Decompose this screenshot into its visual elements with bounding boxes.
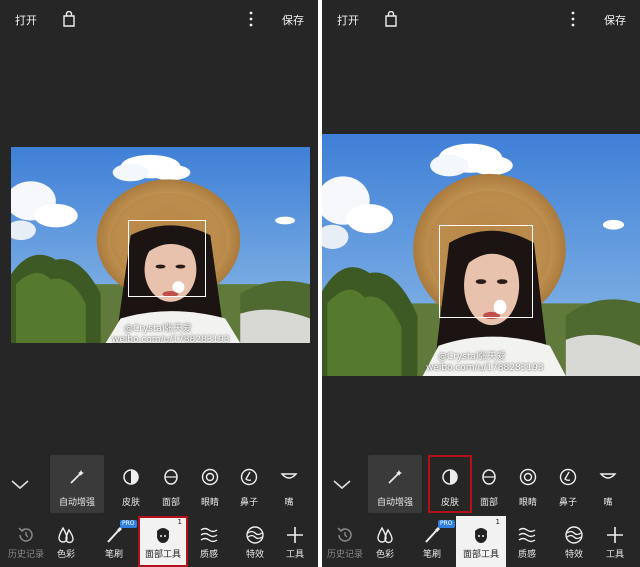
watermark-line2: weibo.com/u/1788283193	[426, 363, 544, 373]
color-drop-icon	[377, 526, 393, 544]
face-tools-button[interactable]: 1 面部工具	[138, 516, 188, 567]
skin-icon	[123, 469, 139, 485]
bag-icon[interactable]	[384, 11, 398, 27]
watermark: @Crystal张天爱 weibo.com/u/1788283193	[112, 324, 230, 346]
pro-badge: PRO	[120, 520, 137, 528]
texture-icon	[518, 527, 536, 543]
effects-icon	[246, 526, 264, 544]
face-tools-icon	[157, 528, 169, 543]
face-tools-label: 面部工具	[144, 550, 181, 560]
mouth-icon	[280, 473, 298, 479]
more-vert-icon[interactable]	[246, 10, 256, 28]
watermark-line2: weibo.com/u/1788283193	[112, 335, 230, 345]
color-drop-icon	[58, 526, 74, 544]
watermark-line1: @Crystal张天爱	[438, 352, 506, 362]
editor-screen-left: 打开 保存 @Crystal张天爱 weibo.com/u/1788283193…	[0, 0, 318, 567]
mouth-icon	[599, 473, 617, 479]
face-tools-label: 面部工具	[462, 550, 499, 560]
face-subtool-row: 自动增强 皮肤 面部 眼睛 鼻子 嘴	[0, 455, 318, 513]
plus-icon	[607, 527, 623, 543]
mouth-button[interactable]: 嘴	[265, 455, 313, 513]
texture-icon	[200, 527, 218, 543]
more-vert-icon[interactable]	[568, 10, 578, 28]
mouth-label: 嘴	[284, 498, 294, 508]
chevron-down-icon[interactable]	[11, 480, 29, 490]
texture-button[interactable]: 质感	[184, 516, 234, 567]
watermark: @Crystal张天爱 weibo.com/u/1788283193	[426, 352, 544, 374]
texture-button[interactable]: 质感	[502, 516, 552, 567]
color-button[interactable]: 色彩	[360, 516, 410, 567]
brush-icon	[107, 526, 123, 543]
bottom-toolbar: 历史记录 色彩 PRO 笔刷 1 面部工具 质感 特效 工具	[322, 516, 640, 567]
color-label: 色彩	[56, 550, 75, 560]
editor-screen-right: 打开 保存 @Crystal张天爱 weibo.com/u/1788283193…	[322, 0, 640, 567]
pro-badge: PRO	[438, 520, 455, 528]
auto-enhance-button[interactable]: 自动增强	[50, 455, 104, 513]
chevron-down-icon[interactable]	[333, 480, 351, 490]
mouth-label: 嘴	[603, 498, 613, 508]
magic-wand-icon	[70, 470, 84, 484]
texture-label: 质感	[517, 550, 536, 560]
face-selection-box[interactable]	[439, 225, 533, 318]
save-button[interactable]: 保存	[604, 12, 626, 28]
history-icon	[337, 527, 352, 542]
auto-enhance-label: 自动增强	[58, 498, 95, 508]
watermark-line1: @Crystal张天爱	[124, 324, 192, 334]
magic-wand-icon	[388, 470, 402, 484]
effects-icon	[565, 526, 583, 544]
face-tools-badge: 1	[177, 518, 182, 526]
face-tools-button[interactable]: 1 面部工具	[456, 516, 506, 567]
open-button[interactable]: 打开	[337, 12, 359, 28]
eye-icon	[201, 468, 219, 486]
skin-icon	[442, 469, 458, 485]
face-selection-box[interactable]	[128, 220, 206, 297]
face-tools-icon	[475, 528, 487, 543]
plus-icon	[287, 527, 303, 543]
top-bar: 打开 保存	[0, 0, 318, 40]
bottom-toolbar: 历史记录 色彩 PRO 笔刷 1 面部工具 质感 特效 工具	[0, 516, 318, 567]
tools-label: 工具	[285, 550, 304, 560]
tools-button[interactable]: 工具	[270, 516, 318, 567]
auto-enhance-label: 自动增强	[376, 498, 413, 508]
brush-icon	[425, 526, 441, 543]
save-button[interactable]: 保存	[282, 12, 304, 28]
brush-button[interactable]: PRO 笔刷	[407, 516, 457, 567]
bag-icon[interactable]	[62, 11, 76, 27]
nose-icon	[240, 468, 258, 486]
face-tools-badge: 1	[495, 518, 500, 526]
mouth-button[interactable]: 嘴	[584, 455, 632, 513]
face-icon	[164, 469, 178, 485]
auto-enhance-button[interactable]: 自动增强	[368, 455, 422, 513]
brush-label: 笔刷	[104, 550, 123, 560]
top-bar: 打开 保存	[322, 0, 640, 40]
color-label: 色彩	[375, 550, 394, 560]
tools-label: 工具	[605, 550, 624, 560]
history-icon	[18, 527, 33, 542]
color-button[interactable]: 色彩	[41, 516, 91, 567]
face-icon	[482, 469, 496, 485]
face-subtool-row: 自动增强 皮肤 面部 眼睛 鼻子 嘴	[322, 455, 640, 513]
open-button[interactable]: 打开	[15, 12, 37, 28]
nose-icon	[559, 468, 577, 486]
brush-label: 笔刷	[422, 550, 441, 560]
eye-icon	[519, 468, 537, 486]
tools-button[interactable]: 工具	[590, 516, 640, 567]
texture-label: 质感	[199, 550, 218, 560]
brush-button[interactable]: PRO 笔刷	[89, 516, 139, 567]
